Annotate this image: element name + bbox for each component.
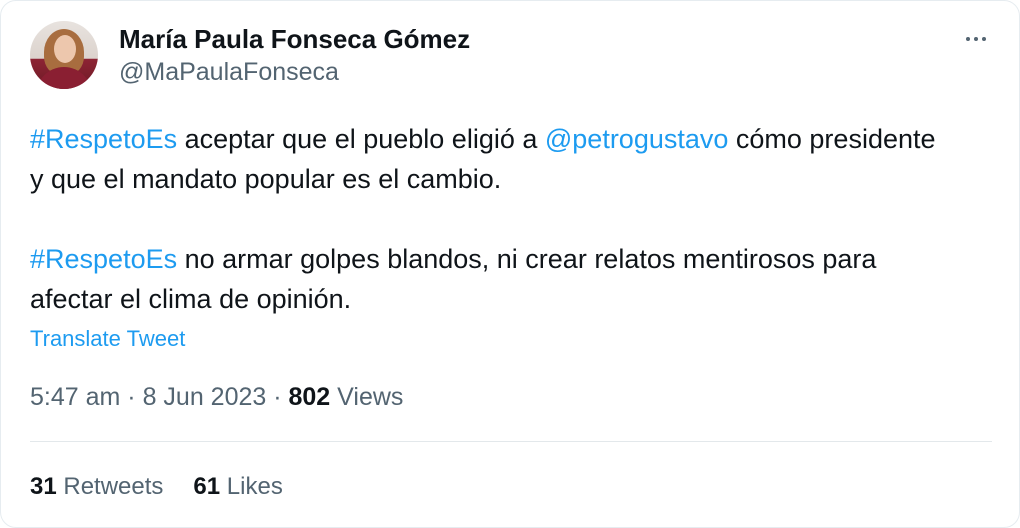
- author-display-name[interactable]: María Paula Fonseca Gómez: [119, 23, 470, 55]
- author-handle[interactable]: @MaPaulaFonseca: [119, 56, 339, 88]
- retweets-stat[interactable]: 31 Retweets: [30, 473, 163, 500]
- avatar-shirt: [36, 67, 92, 89]
- tweet-meta: 5:47 am · 8 Jun 2023 · 802 Views: [30, 381, 403, 413]
- mention-link[interactable]: @petrogustavo: [545, 124, 729, 154]
- translate-tweet-link[interactable]: Translate Tweet: [30, 325, 185, 353]
- retweets-label: Retweets: [56, 473, 164, 500]
- tweet-card: María Paula Fonseca Gómez @MaPaulaFonsec…: [0, 0, 1020, 528]
- tweet-line: y que el mandato popular es el cambio.: [30, 164, 502, 194]
- tweet-date[interactable]: 8 Jun 2023: [143, 383, 267, 411]
- author-avatar[interactable]: [30, 21, 98, 89]
- more-dot: [974, 37, 978, 41]
- tweet-line: afectar el clima de opinión.: [30, 284, 352, 314]
- views-count: 802: [288, 383, 331, 411]
- more-dot: [966, 37, 970, 41]
- tweet-time[interactable]: 5:47 am: [30, 383, 120, 411]
- more-dot: [982, 37, 986, 41]
- views-label: Views: [330, 383, 404, 411]
- likes-label: Likes: [220, 473, 283, 500]
- tweet-text: #RespetoEs aceptar que el pueblo eligió …: [30, 119, 1000, 319]
- likes-stat[interactable]: 61 Likes: [193, 473, 282, 500]
- meta-separator: ·: [120, 383, 143, 411]
- divider: [30, 441, 992, 442]
- avatar-face: [54, 35, 76, 63]
- more-options-icon[interactable]: [959, 27, 993, 51]
- retweets-count: 31: [30, 473, 57, 500]
- engagement-stats: 31 Retweets 61 Likes: [30, 472, 313, 502]
- meta-separator: ·: [266, 383, 289, 411]
- tweet-line: #RespetoEs aceptar que el pueblo eligió …: [30, 119, 1000, 159]
- hashtag-link[interactable]: #RespetoEs: [30, 124, 177, 154]
- hashtag-link[interactable]: #RespetoEs: [30, 244, 177, 274]
- tweet-text-segment: aceptar que el pueblo eligió a: [177, 124, 545, 154]
- likes-count: 61: [193, 473, 221, 500]
- tweet-line: #RespetoEs no armar golpes blandos, ni c…: [30, 239, 1000, 279]
- tweet-text-segment: cómo presidente: [728, 124, 936, 154]
- tweet-text-segment: no armar golpes blandos, ni crear relato…: [177, 244, 877, 274]
